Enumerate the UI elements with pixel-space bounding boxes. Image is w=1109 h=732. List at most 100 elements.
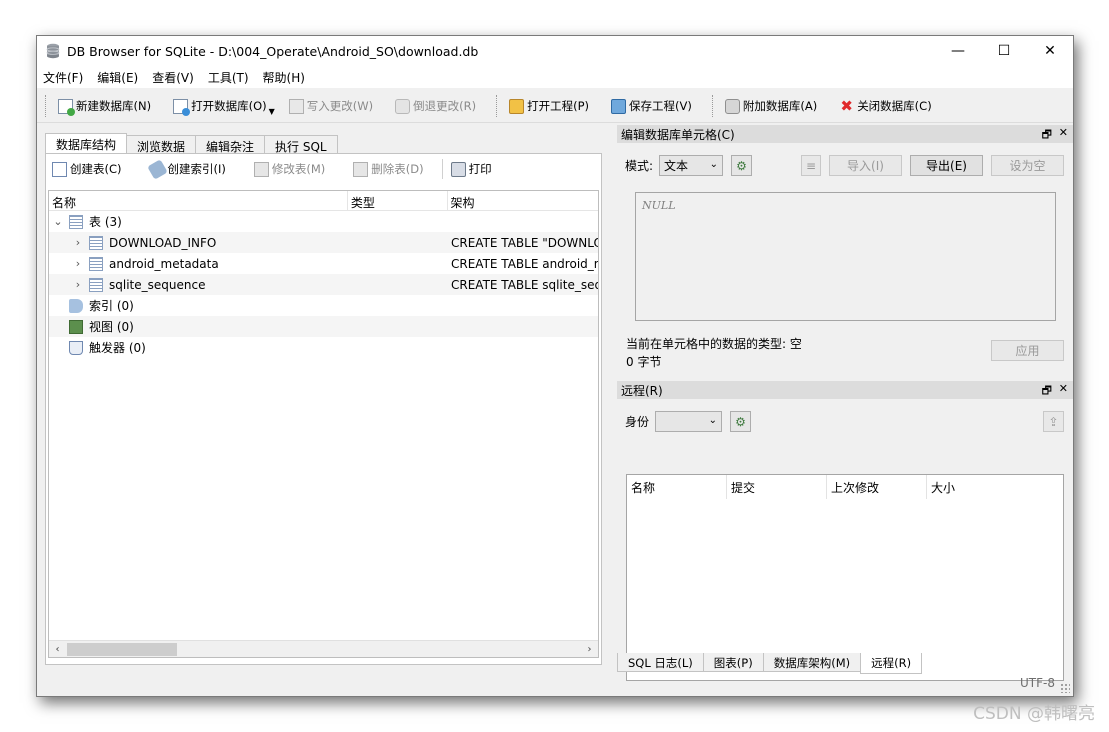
delete-table-button[interactable]: 删除表(D) — [353, 161, 424, 177]
tree-node-indexes[interactable]: 索引 (0) — [49, 295, 598, 316]
print-label: 打印 — [468, 162, 492, 176]
main-tabs: 数据库结构 浏览数据 编辑杂注 执行 SQL — [45, 133, 602, 154]
modify-table-button[interactable]: 修改表(M) — [253, 161, 325, 177]
identity-settings-button[interactable]: ⚙ — [730, 411, 752, 432]
create-table-button[interactable]: 创建表(C) — [52, 161, 122, 177]
table-icon — [89, 256, 103, 271]
create-index-label: 创建索引(I) — [167, 162, 226, 176]
open-project-button[interactable]: 打开工程(P) — [503, 94, 595, 118]
word-wrap-button[interactable]: ≡ — [801, 155, 821, 176]
scrollbar-thumb[interactable] — [67, 642, 177, 656]
open-project-icon — [509, 98, 525, 114]
menu-view[interactable]: 查看(V) — [152, 69, 194, 86]
tab-database-structure[interactable]: 数据库结构 — [45, 133, 128, 153]
scroll-left-icon[interactable]: ‹ — [49, 644, 66, 655]
toolbar-grip[interactable] — [711, 95, 715, 117]
delete-table-icon — [353, 161, 369, 177]
tab-edit-pragmas[interactable]: 编辑杂注 — [195, 135, 266, 154]
close-database-icon: ✖ — [840, 96, 853, 115]
cell-type-info: 当前在单元格中的数据的类型: 空 — [626, 337, 802, 351]
column-header-schema[interactable]: 架构 — [448, 191, 598, 210]
cell-content: NULL — [642, 199, 676, 212]
tree-node-views[interactable]: 视图 (0) — [49, 316, 598, 337]
table-group-icon — [69, 214, 83, 229]
remote-file-list[interactable]: 名称 提交 上次修改 大小 — [626, 474, 1064, 681]
encoding-status: UTF-8 — [1020, 676, 1055, 690]
tab-browse-data[interactable]: 浏览数据 — [126, 135, 197, 154]
column-header-name[interactable]: 名称 — [627, 475, 727, 499]
horizontal-scrollbar[interactable]: ‹ › — [49, 640, 598, 657]
close-dock-icon[interactable]: ✕ — [1059, 126, 1068, 139]
tab-execute-sql[interactable]: 执行 SQL — [264, 135, 338, 154]
identity-select[interactable]: ⌄ — [655, 411, 723, 432]
table-row[interactable]: › sqlite_sequence CREATE TABLE sqlite_se… — [49, 274, 598, 295]
open-database-button[interactable]: 打开数据库(O) — [167, 94, 273, 118]
menu-tools[interactable]: 工具(T) — [208, 69, 249, 86]
tree-node-tables[interactable]: ⌄ 表 (3) — [49, 211, 598, 232]
menu-edit[interactable]: 编辑(E) — [97, 69, 138, 86]
expand-chevron-icon[interactable]: › — [71, 257, 85, 270]
tab-db-schema[interactable]: 数据库架构(M) — [762, 653, 862, 672]
print-button[interactable]: 打印 — [450, 161, 492, 177]
revert-changes-icon — [395, 98, 411, 114]
attach-database-icon — [724, 98, 740, 114]
tree-node-triggers[interactable]: 触发器 (0) — [49, 337, 598, 358]
attach-database-label: 附加数据库(A) — [742, 99, 818, 113]
mode-select[interactable]: 文本 ⌄ — [659, 155, 724, 176]
open-database-label: 打开数据库(O) — [191, 99, 267, 113]
column-header-type[interactable]: 类型 — [348, 191, 448, 210]
toolbar-grip[interactable] — [45, 95, 48, 117]
table-row[interactable]: › DOWNLOAD_INFO CREATE TABLE "DOWNLO — [49, 232, 598, 253]
column-header-commit[interactable]: 提交 — [727, 475, 827, 499]
maximize-button[interactable]: ☐ — [981, 36, 1027, 66]
new-database-button[interactable]: 新建数据库(N) — [52, 94, 157, 118]
write-changes-button[interactable]: 写入更改(W) — [283, 94, 379, 118]
column-header-name[interactable]: 名称 — [49, 191, 348, 210]
attach-database-button[interactable]: 附加数据库(A) — [719, 94, 823, 118]
expand-chevron-icon[interactable]: › — [71, 278, 85, 291]
column-header-last-modified[interactable]: 上次修改 — [827, 475, 927, 499]
apply-button[interactable]: 应用 — [991, 340, 1064, 361]
tree-header: 名称 类型 架构 — [49, 191, 598, 211]
column-header-size[interactable]: 大小 — [927, 475, 1027, 499]
app-window-shadow: DB Browser for SQLite - D:\004_Operate\A… — [36, 35, 1074, 697]
auto-switch-mode-button[interactable]: ⚙ — [731, 155, 753, 176]
table-name: android_metadata — [109, 256, 219, 271]
resize-grip[interactable] — [1060, 683, 1070, 693]
identity-label: 身份 — [625, 415, 650, 429]
menu-file[interactable]: 文件(F) — [43, 69, 83, 86]
create-index-button[interactable]: 创建索引(I) — [146, 158, 226, 180]
tab-plot[interactable]: 图表(P) — [702, 653, 764, 672]
chevron-down-icon: ⌄ — [709, 159, 719, 170]
expand-chevron-icon[interactable]: › — [71, 236, 85, 249]
close-dock-icon[interactable]: ✕ — [1059, 382, 1068, 395]
collapse-chevron-icon[interactable]: ⌄ — [51, 215, 65, 228]
upload-icon: ⇪ — [1048, 414, 1059, 429]
scroll-right-icon[interactable]: › — [581, 644, 598, 655]
open-database-dropdown-icon[interactable]: ▼ — [269, 107, 275, 116]
close-database-button[interactable]: ✖ 关闭数据库(C) — [833, 94, 938, 118]
edit-cell-title: 编辑数据库单元格(C) — [621, 127, 735, 142]
create-table-icon — [52, 161, 67, 177]
minimize-button[interactable]: — — [935, 36, 981, 66]
export-button[interactable]: 导出(E) — [910, 155, 983, 176]
schema-tree[interactable]: 名称 类型 架构 ⌄ 表 (3) › DOWNLOAD_INFO CREATE … — [48, 190, 599, 658]
revert-changes-button[interactable]: 倒退更改(R) — [389, 94, 482, 118]
close-window-button[interactable]: ✕ — [1027, 36, 1073, 66]
tab-remote[interactable]: 远程(R) — [860, 653, 923, 674]
menu-help[interactable]: 帮助(H) — [263, 69, 305, 86]
toolbar-grip[interactable] — [496, 95, 499, 117]
set-null-button[interactable]: 设为空 — [991, 155, 1064, 176]
menu-bar: 文件(F) 编辑(E) 查看(V) 工具(T) 帮助(H) — [37, 66, 1073, 88]
identity-row: 身份 ⌄ ⚙ — [625, 411, 752, 432]
push-database-button[interactable]: ⇪ — [1043, 411, 1064, 432]
save-project-button[interactable]: 保存工程(V) — [605, 94, 698, 118]
tab-sql-log[interactable]: SQL 日志(L) — [617, 653, 704, 672]
import-button[interactable]: 导入(I) — [829, 155, 902, 176]
database-icon — [46, 43, 60, 59]
float-dock-icon[interactable]: 🗗 — [1042, 382, 1052, 401]
cell-editor-textarea[interactable]: NULL — [635, 192, 1056, 321]
table-row[interactable]: › android_metadata CREATE TABLE android_… — [49, 253, 598, 274]
remote-dock-title: 远程(R) 🗗 ✕ — [617, 381, 1073, 401]
float-dock-icon[interactable]: 🗗 — [1042, 126, 1052, 145]
